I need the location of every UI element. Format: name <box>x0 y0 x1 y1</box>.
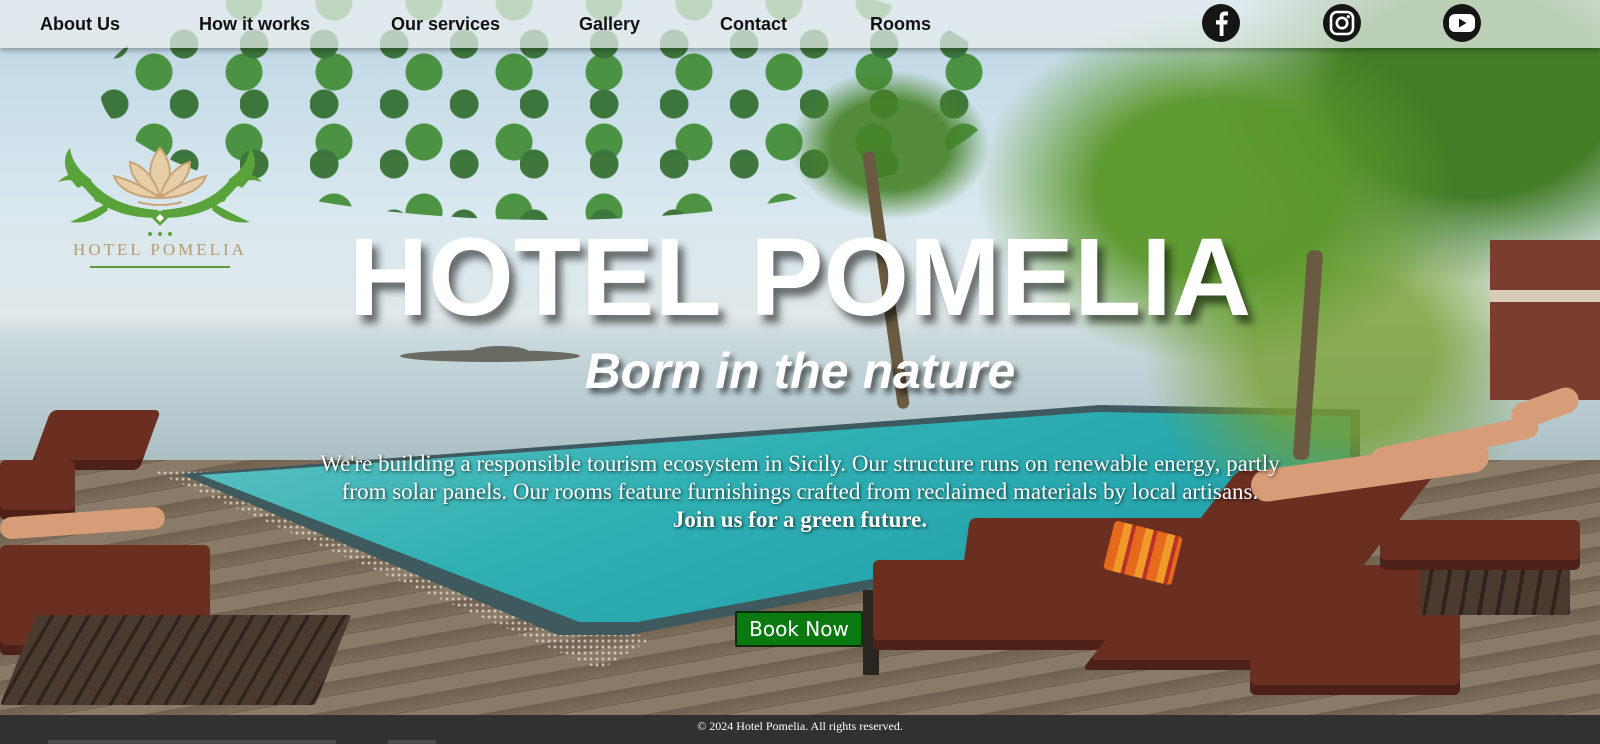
nav-contact[interactable]: Contact <box>720 14 787 35</box>
hero-title: HOTEL POMELIA <box>348 216 1252 339</box>
instagram-glyph <box>1329 10 1355 36</box>
youtube-glyph <box>1449 14 1475 32</box>
sun-lounger <box>0 460 75 520</box>
nav-gallery[interactable]: Gallery <box>579 14 640 35</box>
footer-divider <box>388 740 436 744</box>
footer: © 2024 Hotel Pomelia. All rights reserve… <box>0 715 1600 744</box>
sun-lounger <box>1380 520 1580 570</box>
hero-description-block: We're building a responsible tourism eco… <box>300 450 1300 534</box>
instagram-icon[interactable] <box>1323 4 1361 42</box>
footer-divider <box>48 740 336 744</box>
footer-copyright: © 2024 Hotel Pomelia. All rights reserve… <box>697 719 903 733</box>
facebook-icon[interactable] <box>1202 4 1240 42</box>
sun-lounger <box>0 615 352 705</box>
nav-about-us[interactable]: About Us <box>40 14 120 35</box>
hero-subtitle: Born in the nature <box>584 343 1016 399</box>
nav-our-services[interactable]: Our services <box>391 14 500 35</box>
hero-call-to-action: Join us for a green future. <box>672 507 928 532</box>
youtube-icon[interactable] <box>1443 4 1481 42</box>
facebook-glyph <box>1216 11 1228 36</box>
book-now-button[interactable]: Book Now <box>735 611 863 647</box>
nav-rooms[interactable]: Rooms <box>870 14 931 35</box>
top-navbar: About Us How it works Our services Galle… <box>0 0 1600 48</box>
hero-description: We're building a responsible tourism eco… <box>320 451 1280 504</box>
nav-how-it-works[interactable]: How it works <box>199 14 310 35</box>
